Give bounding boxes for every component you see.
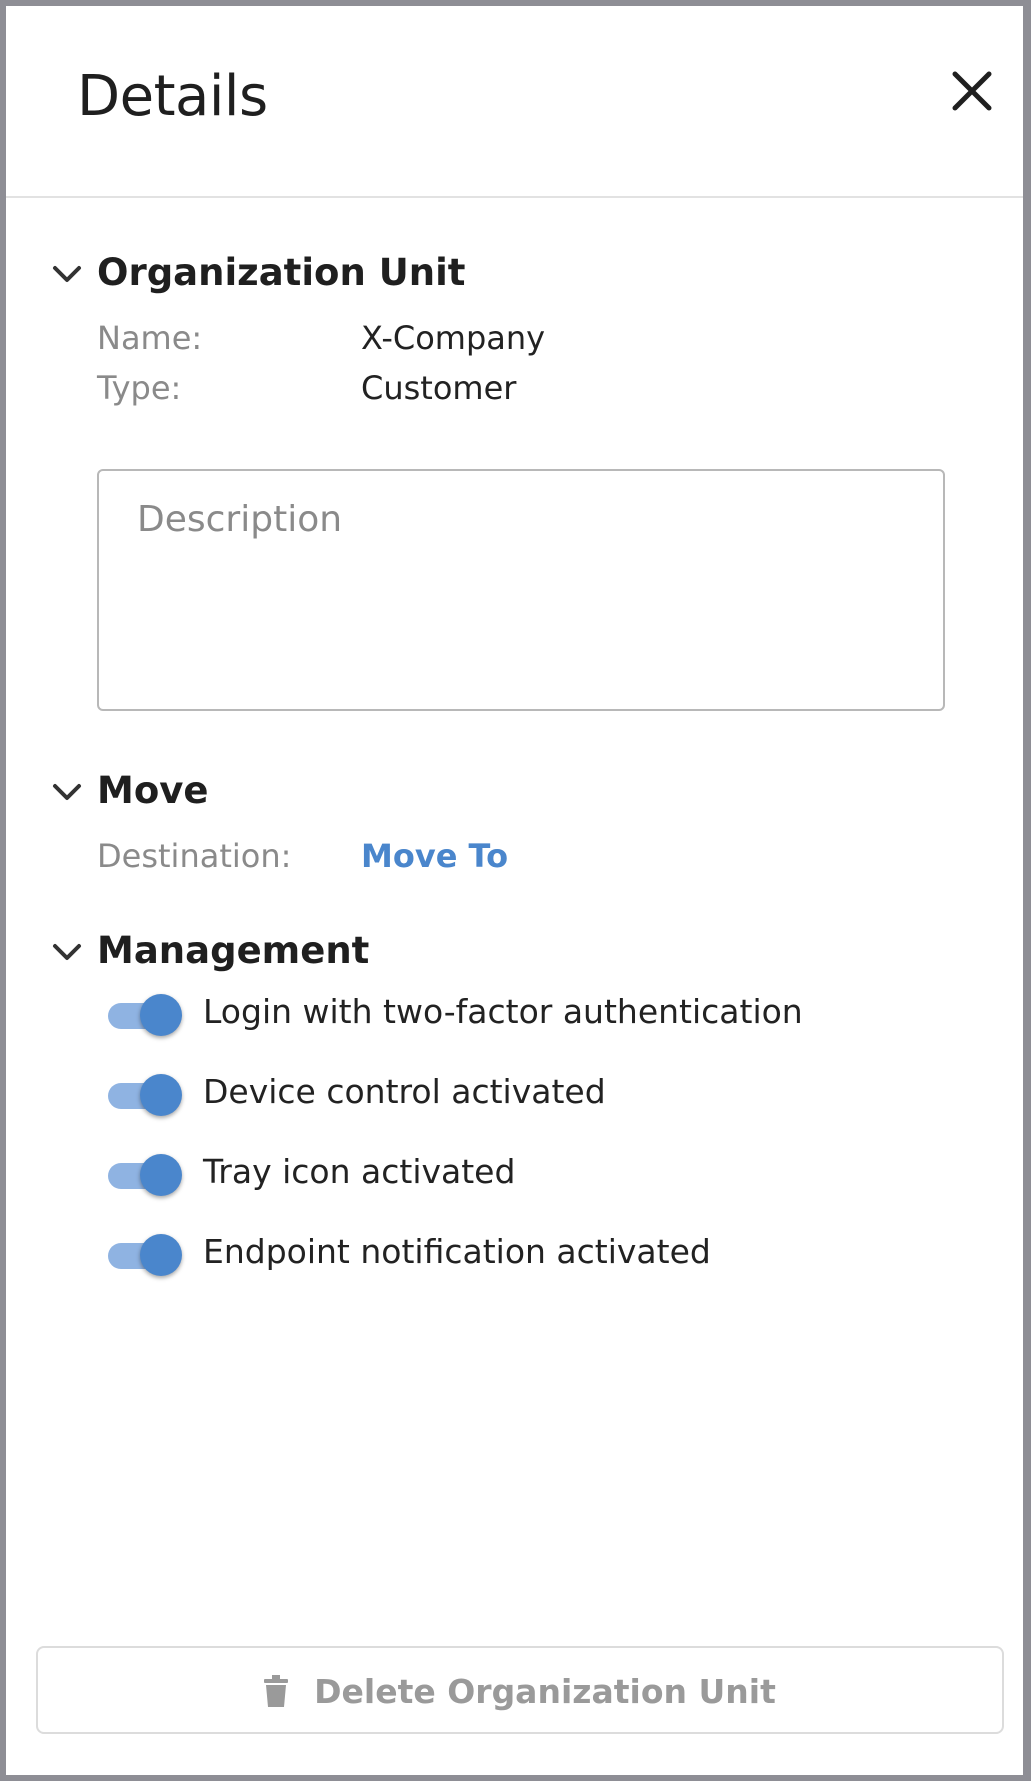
panel-header: Details xyxy=(6,6,1023,198)
toggle-label: Tray icon activated xyxy=(203,1152,516,1191)
delete-organization-unit-button[interactable]: Delete Organization Unit xyxy=(36,1646,1004,1734)
toggle-knob xyxy=(140,994,182,1036)
tray-icon-toggle[interactable] xyxy=(104,1154,182,1196)
toggle-knob xyxy=(140,1234,182,1276)
trash-icon xyxy=(264,1675,289,1707)
section-header-management[interactable]: Management xyxy=(6,927,1023,977)
page-title: Details xyxy=(77,64,268,129)
type-value: Customer xyxy=(361,369,517,407)
toggle-label: Login with two-factor authentication xyxy=(203,992,803,1031)
close-icon xyxy=(952,71,992,111)
section-header-organization-unit[interactable]: Organization Unit xyxy=(6,249,1023,299)
section-title: Organization Unit xyxy=(97,251,466,294)
section-title: Move xyxy=(97,769,209,812)
endpoint-notification-toggle[interactable] xyxy=(104,1234,182,1276)
toggle-label: Endpoint notification activated xyxy=(203,1232,711,1271)
toggle-knob xyxy=(140,1154,182,1196)
name-value: X-Company xyxy=(361,319,546,357)
type-label: Type: xyxy=(97,369,182,407)
section-title: Management xyxy=(97,929,370,972)
destination-label: Destination: xyxy=(97,837,292,875)
section-header-move[interactable]: Move xyxy=(6,767,1023,817)
device-control-toggle[interactable] xyxy=(104,1074,182,1116)
toggle-label: Device control activated xyxy=(203,1072,606,1111)
details-panel: Details Organization Unit Name: X-Compan… xyxy=(0,0,1031,1781)
delete-button-content: Delete Organization Unit xyxy=(38,1672,1002,1711)
two-factor-toggle[interactable] xyxy=(104,994,182,1036)
chevron-down-icon xyxy=(53,784,81,800)
name-label: Name: xyxy=(97,319,203,357)
section-move: Move Destination: Move To xyxy=(6,767,1023,887)
section-organization-unit: Organization Unit Name: X-Company Type: … xyxy=(6,249,1023,711)
description-input[interactable] xyxy=(97,469,945,711)
section-management: Management Login with two-factor authent… xyxy=(6,927,1023,1287)
close-button[interactable] xyxy=(945,64,999,118)
move-to-link[interactable]: Move To xyxy=(361,837,508,875)
toggle-knob xyxy=(140,1074,182,1116)
chevron-down-icon xyxy=(53,944,81,960)
delete-button-label: Delete Organization Unit xyxy=(314,1672,776,1711)
chevron-down-icon xyxy=(53,266,81,282)
